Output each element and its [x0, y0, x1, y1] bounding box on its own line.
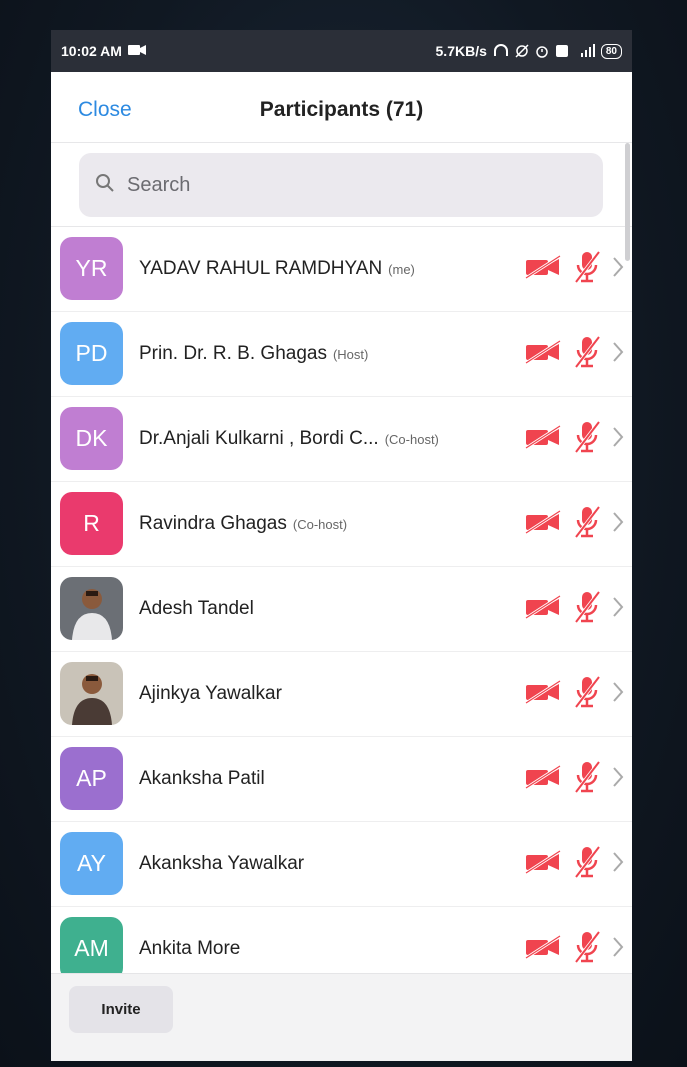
participant-role: (Host) — [332, 346, 369, 362]
participant-row[interactable]: DK Dr.Anjali Kulkarni , Bordi C... (Co-hos… — [51, 397, 632, 482]
participant-name-group: Adesh Tandel — [139, 567, 254, 651]
chevron-right-icon[interactable] — [612, 426, 624, 453]
participant-role: (me) — [388, 261, 415, 277]
video-off-icon[interactable] — [524, 424, 562, 455]
participant-status-icons — [524, 482, 624, 566]
avatar: AP — [60, 747, 123, 810]
search-input[interactable] — [125, 172, 549, 198]
participant-name-group: Akanksha Yawalkar — [139, 822, 304, 906]
headphones-icon — [493, 44, 509, 58]
mic-off-icon[interactable] — [572, 419, 602, 460]
video-off-icon[interactable] — [524, 254, 562, 285]
participant-row[interactable]: Adesh Tandel — [51, 567, 632, 652]
participant-row[interactable]: AY Akanksha Yawalkar — [51, 822, 632, 907]
participant-name-group: Ajinkya Yawalkar — [139, 652, 282, 736]
mic-off-icon[interactable] — [572, 844, 602, 885]
participant-row[interactable]: Ajinkya Yawalkar — [51, 652, 632, 737]
avatar: AM — [60, 917, 123, 980]
mic-off-icon[interactable] — [572, 504, 602, 545]
mic-off-icon[interactable] — [572, 929, 602, 970]
page-title: Participants (71) — [259, 98, 424, 121]
participant-name: Ajinkya Yawalkar — [139, 683, 282, 704]
participant-name: Ravindra Ghagas — [139, 513, 287, 534]
participant-row[interactable]: R Ravindra Ghagas (Co-host) — [51, 482, 632, 567]
search-section — [51, 142, 632, 227]
close-button[interactable]: Close — [78, 98, 132, 122]
chevron-right-icon[interactable] — [612, 341, 624, 368]
participant-status-icons — [524, 652, 624, 736]
zoom-participants-screen: 10:02 AM 5.7KB/s 80 Participants (71) Cl… — [51, 30, 632, 1061]
chevron-right-icon[interactable] — [612, 681, 624, 708]
mic-off-icon[interactable] — [572, 249, 602, 290]
participant-name-group: Prin. Dr. R. B. Ghagas (Host) — [139, 312, 368, 396]
search-icon — [95, 173, 115, 198]
video-off-icon[interactable] — [524, 679, 562, 710]
participant-row[interactable]: PD Prin. Dr. R. B. Ghagas (Host) — [51, 312, 632, 397]
participant-status-icons — [524, 397, 624, 481]
mic-off-icon[interactable] — [572, 589, 602, 630]
participant-status-icons — [524, 227, 624, 311]
video-off-icon[interactable] — [524, 934, 562, 965]
video-off-icon[interactable] — [524, 509, 562, 540]
participant-name-group: Ravindra Ghagas (Co-host) — [139, 482, 347, 566]
chevron-right-icon[interactable] — [612, 596, 624, 623]
mic-off-icon[interactable] — [572, 674, 602, 715]
participant-status-icons — [524, 312, 624, 396]
search-box[interactable] — [79, 153, 603, 217]
video-off-icon[interactable] — [524, 339, 562, 370]
avatar — [60, 662, 123, 725]
avatar: AY — [60, 832, 123, 895]
participant-name: Adesh Tandel — [139, 598, 254, 619]
participant-status-icons — [524, 567, 624, 651]
avatar — [60, 577, 123, 640]
participant-name-group: YADAV RAHUL RAMDHYAN (me) — [139, 227, 415, 311]
participant-name: Akanksha Patil — [139, 768, 265, 789]
video-recording-icon — [127, 43, 146, 59]
notification-off-icon — [515, 44, 529, 58]
participant-role: (Co-host) — [292, 516, 348, 532]
mic-off-icon[interactable] — [572, 334, 602, 375]
footer-bar: Invite — [51, 973, 632, 1061]
avatar: PD — [60, 322, 123, 385]
alarm-icon — [535, 44, 549, 58]
invite-button[interactable]: Invite — [69, 986, 173, 1033]
chevron-right-icon[interactable] — [612, 936, 624, 963]
avatar: YR — [60, 237, 123, 300]
participant-status-icons — [524, 822, 624, 906]
avatar: DK — [60, 407, 123, 470]
chevron-right-icon[interactable] — [612, 511, 624, 538]
video-off-icon[interactable] — [524, 764, 562, 795]
participant-name-group: Akanksha Patil — [139, 737, 265, 821]
participant-role: (Co-host) — [384, 431, 439, 447]
participant-row[interactable]: YR YADAV RAHUL RAMDHYAN (me) — [51, 227, 632, 312]
network-speed: 5.7KB/s — [435, 43, 487, 59]
mic-off-icon[interactable] — [572, 759, 602, 800]
participant-status-icons — [524, 737, 624, 821]
chevron-right-icon[interactable] — [612, 256, 624, 283]
participant-name: Akanksha Yawalkar — [139, 853, 305, 874]
participant-name: Ankita More — [139, 938, 241, 959]
participant-name-group: Dr.Anjali Kulkarni , Bordi C... (Co-host) — [139, 397, 439, 481]
signal-icon — [575, 44, 595, 58]
battery-indicator: 80 — [600, 43, 622, 59]
participant-row[interactable]: AP Akanksha Patil — [51, 737, 632, 822]
participant-name: Dr.Anjali Kulkarni , Bordi C... — [139, 428, 379, 449]
video-off-icon[interactable] — [524, 594, 562, 625]
avatar: R — [60, 492, 123, 555]
chevron-right-icon[interactable] — [612, 766, 624, 793]
video-off-icon[interactable] — [524, 849, 562, 880]
participant-list: YR YADAV RAHUL RAMDHYAN (me) PD Prin. Dr. R.… — [51, 227, 632, 992]
participant-name: Prin. Dr. R. B. Ghagas — [139, 343, 327, 364]
status-time: 10:02 AM — [61, 43, 122, 59]
status-bar: 10:02 AM 5.7KB/s 80 — [51, 30, 632, 72]
chevron-right-icon[interactable] — [612, 851, 624, 878]
participant-name: YADAV RAHUL RAMDHYAN — [139, 258, 383, 279]
header-bar: Participants (71) Close — [51, 72, 632, 142]
volte-icon — [555, 44, 569, 58]
